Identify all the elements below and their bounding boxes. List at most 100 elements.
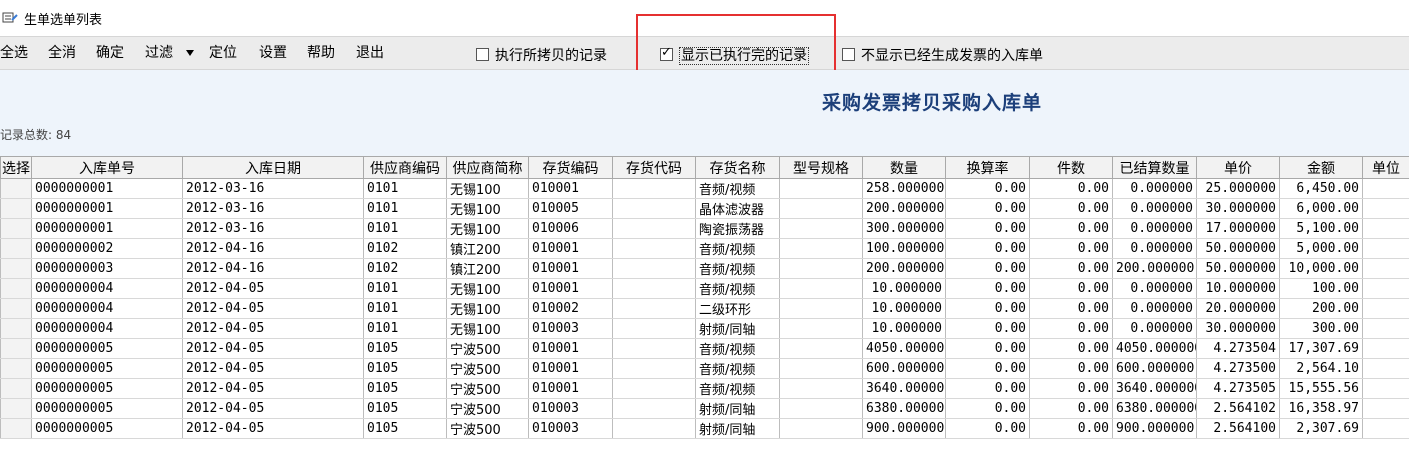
- table-row[interactable]: 0000000001 2012-03-16 0101 无锡100 010005 晶体滤波器…: [0, 198, 1409, 219]
- row-select-cell[interactable]: [0, 258, 32, 279]
- filter-button[interactable]: 过滤: [145, 44, 173, 62]
- table-cell: 50.000000: [1196, 238, 1280, 259]
- row-select-cell[interactable]: [0, 218, 32, 239]
- column-header[interactable]: 换算率: [945, 156, 1030, 179]
- checkbox-box[interactable]: [476, 48, 489, 61]
- row-select-cell[interactable]: [0, 178, 32, 199]
- table-cell: 0101: [363, 198, 447, 219]
- table-cell: [779, 218, 863, 239]
- row-select-cell[interactable]: [0, 278, 32, 299]
- table-row[interactable]: 0000000004 2012-04-05 0101 无锡100 010003 射频/同轴…: [0, 318, 1409, 339]
- caret-down-icon[interactable]: [186, 50, 194, 56]
- table-cell: [1362, 418, 1409, 439]
- table-cell: 0.000000: [1112, 238, 1197, 259]
- checkbox-box[interactable]: [842, 48, 855, 61]
- table-cell: 0.00: [1029, 338, 1113, 359]
- table-cell: [1362, 198, 1409, 219]
- table-cell: 30.000000: [1196, 318, 1280, 339]
- table-cell: 200.000000: [1112, 258, 1197, 279]
- table-cell: 4.273504: [1196, 338, 1280, 359]
- table-cell: 0.00: [1029, 238, 1113, 259]
- column-header[interactable]: 型号规格: [779, 156, 863, 179]
- table-cell: 5,100.00: [1279, 218, 1363, 239]
- table-cell: 5,000.00: [1279, 238, 1363, 259]
- table-cell: [612, 278, 696, 299]
- table-cell: 300.00: [1279, 318, 1363, 339]
- table-row[interactable]: 0000000004 2012-04-05 0101 无锡100 010001 音频/视频…: [0, 278, 1409, 299]
- table-cell: 010002: [528, 298, 613, 319]
- table-cell: 无锡100: [446, 198, 529, 219]
- show-completed-checkbox[interactable]: 显示已执行完的记录: [660, 45, 809, 65]
- row-select-cell[interactable]: [0, 358, 32, 379]
- table-cell: 200.000000: [862, 258, 946, 279]
- exit-button[interactable]: 退出: [356, 44, 384, 62]
- table-row[interactable]: 0000000005 2012-04-05 0105 宁波500 010001 音频/视频…: [0, 358, 1409, 379]
- row-select-cell[interactable]: [0, 298, 32, 319]
- table-cell: [1362, 238, 1409, 259]
- table-cell: [779, 198, 863, 219]
- table-cell: 2012-04-05: [182, 418, 364, 439]
- confirm-button[interactable]: 确定: [96, 44, 124, 62]
- column-header[interactable]: 供应商编码: [363, 156, 447, 179]
- table-cell: 0.00: [945, 278, 1030, 299]
- settings-button[interactable]: 设置: [259, 44, 287, 62]
- table-cell: [612, 358, 696, 379]
- table-cell: 0101: [363, 298, 447, 319]
- column-header[interactable]: 供应商简称: [446, 156, 529, 179]
- table-row[interactable]: 0000000004 2012-04-05 0101 无锡100 010002 二级环形 1…: [0, 298, 1409, 319]
- row-select-cell[interactable]: [0, 398, 32, 419]
- hide-invoiced-checkbox[interactable]: 不显示已经生成发票的入库单: [842, 45, 1043, 65]
- column-header[interactable]: 入库日期: [182, 156, 364, 179]
- table-cell: 0000000005: [31, 398, 183, 419]
- column-header[interactable]: 存货代码: [612, 156, 696, 179]
- table-cell: 2012-04-16: [182, 258, 364, 279]
- table-row[interactable]: 0000000005 2012-04-05 0105 宁波500 010003 射频/同轴…: [0, 398, 1409, 419]
- row-select-cell[interactable]: [0, 418, 32, 439]
- column-header[interactable]: 存货编码: [528, 156, 613, 179]
- row-select-cell[interactable]: [0, 378, 32, 399]
- table-row[interactable]: 0000000005 2012-04-05 0105 宁波500 010001 音频/视频…: [0, 378, 1409, 399]
- table-cell: 0.000000: [1112, 218, 1197, 239]
- table-row[interactable]: 0000000005 2012-04-05 0105 宁波500 010003 射频/同轴…: [0, 418, 1409, 439]
- execute-copied-checkbox[interactable]: 执行所拷贝的记录: [476, 45, 607, 65]
- table-cell: 0.00: [945, 318, 1030, 339]
- table-cell: 2012-04-05: [182, 278, 364, 299]
- table-cell: 900.000000: [1112, 418, 1197, 439]
- checkbox-box-checked[interactable]: [660, 45, 673, 61]
- table-cell: 3640.000000: [862, 378, 946, 399]
- column-header[interactable]: 已结算数量: [1112, 156, 1197, 179]
- table-row[interactable]: 0000000003 2012-04-16 0102 镇江200 010001 音频/视频…: [0, 258, 1409, 279]
- table-cell: [779, 238, 863, 259]
- row-select-cell[interactable]: [0, 338, 32, 359]
- deselect-all-button[interactable]: 全消: [48, 44, 76, 62]
- column-header[interactable]: 存货名称: [695, 156, 780, 179]
- table-cell: 无锡100: [446, 278, 529, 299]
- table-row[interactable]: 0000000005 2012-04-05 0105 宁波500 010001 音频/视频…: [0, 338, 1409, 359]
- select-all-button[interactable]: 全选: [0, 44, 28, 62]
- help-button[interactable]: 帮助: [307, 44, 335, 62]
- table-cell: 0101: [363, 178, 447, 199]
- column-header[interactable]: 入库单号: [31, 156, 183, 179]
- table-row[interactable]: 0000000001 2012-03-16 0101 无锡100 010001 音频/视频…: [0, 178, 1409, 199]
- column-header[interactable]: 单位: [1362, 156, 1409, 179]
- table-cell: 0000000001: [31, 218, 183, 239]
- table-cell: 10.000000: [862, 278, 946, 299]
- table-cell: [1362, 338, 1409, 359]
- row-select-cell[interactable]: [0, 198, 32, 219]
- table-row[interactable]: 0000000002 2012-04-16 0102 镇江200 010001 音频/视频…: [0, 238, 1409, 259]
- column-header[interactable]: 金额: [1279, 156, 1363, 179]
- row-select-cell[interactable]: [0, 318, 32, 339]
- table-cell: [779, 378, 863, 399]
- row-select-cell[interactable]: [0, 238, 32, 259]
- table-row[interactable]: 0000000001 2012-03-16 0101 无锡100 010006 陶瓷振荡器…: [0, 218, 1409, 239]
- table-cell: 17.000000: [1196, 218, 1280, 239]
- column-header[interactable]: 数量: [862, 156, 946, 179]
- table-cell: 音频/视频: [695, 278, 780, 299]
- column-header[interactable]: 件数: [1029, 156, 1113, 179]
- column-header[interactable]: 选择: [0, 156, 32, 179]
- column-header[interactable]: 单价: [1196, 156, 1280, 179]
- table-cell: 射频/同轴: [695, 318, 780, 339]
- table-cell: [1362, 358, 1409, 379]
- table-cell: [1362, 178, 1409, 199]
- locate-button[interactable]: 定位: [209, 44, 237, 62]
